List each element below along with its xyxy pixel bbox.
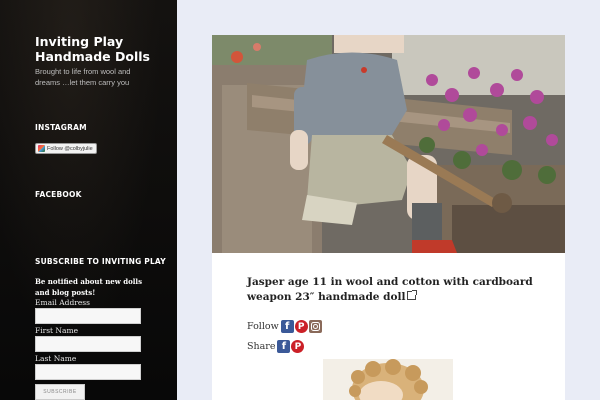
pinterest-icon[interactable]: P bbox=[294, 320, 308, 333]
post-title[interactable]: Jasper age 11 in wool and cotton with ca… bbox=[247, 275, 537, 305]
instagram-follow-button[interactable]: Follow @colbyjulie bbox=[35, 143, 97, 154]
instagram-icon bbox=[38, 145, 45, 152]
post-card: Jasper age 11 in wool and cotton with ca… bbox=[212, 35, 565, 400]
follow-label: Follow bbox=[247, 321, 279, 332]
last-name-label: Last Name bbox=[35, 354, 77, 363]
share-label: Share bbox=[247, 341, 276, 352]
doll-photo[interactable] bbox=[212, 35, 565, 253]
subscribe-button[interactable]: SUBSCRIBE bbox=[35, 384, 85, 400]
instagram-icon[interactable] bbox=[308, 320, 322, 333]
site-tagline: Brought to life from wool and dreams …le… bbox=[35, 67, 131, 87]
facebook-widget-title: FACEBOOK bbox=[35, 190, 82, 199]
post-title-text: Jasper age 11 in wool and cotton with ca… bbox=[247, 276, 533, 303]
subscribe-widget-title: SUBSCRIBE TO INVITING PLAY bbox=[35, 257, 166, 266]
share-row: Share f P bbox=[247, 340, 305, 353]
first-name-label: First Name bbox=[35, 326, 79, 335]
follow-row: Follow f P bbox=[247, 320, 322, 333]
first-name-field[interactable] bbox=[35, 336, 141, 352]
instagram-follow-label: Follow @colbyjulie bbox=[47, 145, 93, 152]
external-link-icon bbox=[407, 290, 418, 300]
instagram-widget-title: INSTAGRAM bbox=[35, 123, 87, 132]
pinterest-icon[interactable]: P bbox=[291, 340, 305, 353]
email-label: Email Address bbox=[35, 298, 90, 307]
second-doll-photo[interactable] bbox=[323, 359, 453, 400]
facebook-icon[interactable]: f bbox=[277, 340, 291, 353]
subscribe-description: Be notified about new dolls and blog pos… bbox=[35, 277, 143, 297]
email-field[interactable] bbox=[35, 308, 141, 324]
last-name-field[interactable] bbox=[35, 364, 141, 380]
sidebar: Inviting Play Handmade Dolls Brought to … bbox=[0, 0, 177, 400]
facebook-icon[interactable]: f bbox=[280, 320, 294, 333]
site-title[interactable]: Inviting Play Handmade Dolls bbox=[35, 34, 155, 64]
